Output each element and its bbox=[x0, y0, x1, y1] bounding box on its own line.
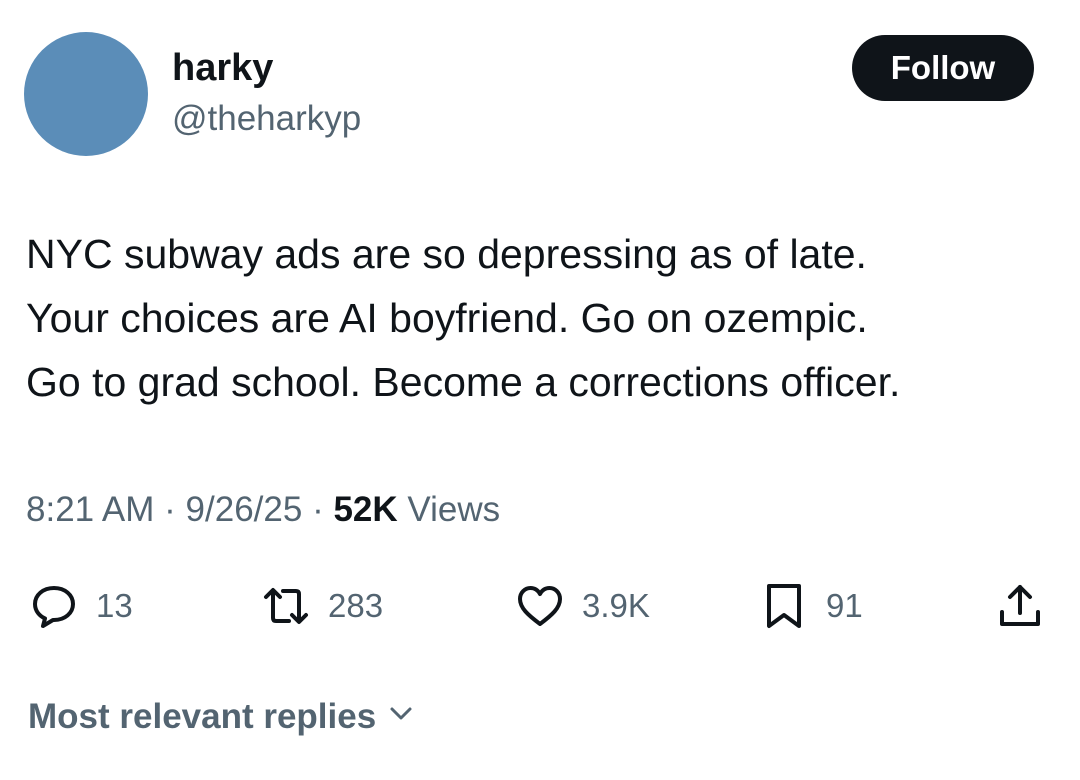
tweet-text-line: Go to grad school. Become a corrections … bbox=[26, 359, 901, 405]
bookmark-icon bbox=[760, 582, 808, 630]
reply-count: 13 bbox=[96, 587, 133, 624]
meta-separator: · bbox=[164, 490, 176, 529]
avatar[interactable] bbox=[24, 32, 148, 156]
views-label[interactable]: Views bbox=[407, 490, 500, 529]
reply-icon bbox=[30, 582, 78, 630]
repost-count: 283 bbox=[328, 587, 384, 624]
share-icon bbox=[996, 582, 1044, 630]
repost-button[interactable]: 283 bbox=[262, 578, 383, 634]
tweet-text-line: NYC subway ads are so depressing as of l… bbox=[26, 231, 867, 277]
bookmark-count: 91 bbox=[826, 587, 863, 624]
replies-sort-label: Most relevant replies bbox=[28, 697, 377, 736]
tweet-meta: 8:21 AM · 9/26/25 · 52K Views bbox=[26, 487, 500, 533]
heart-icon bbox=[516, 582, 564, 630]
views-count[interactable]: 52K bbox=[333, 490, 397, 529]
chevron-down-icon bbox=[376, 694, 416, 740]
share-button[interactable] bbox=[996, 578, 1044, 634]
bookmark-button[interactable]: 91 bbox=[760, 578, 863, 634]
follow-button[interactable]: Follow bbox=[852, 35, 1034, 101]
like-button[interactable]: 3.9K bbox=[516, 578, 650, 634]
display-name[interactable]: harky bbox=[172, 44, 273, 92]
reply-button[interactable]: 13 bbox=[30, 578, 133, 634]
repost-icon bbox=[262, 582, 310, 630]
meta-separator: · bbox=[312, 490, 324, 529]
tweet-text: NYC subway ads are so depressing as of l… bbox=[26, 222, 1066, 414]
like-count: 3.9K bbox=[582, 587, 650, 624]
replies-sort-dropdown[interactable]: Most relevant replies bbox=[28, 694, 416, 740]
tweet-text-line: Your choices are AI boyfriend. Go on oze… bbox=[26, 295, 868, 341]
tweet-date[interactable]: 9/26/25 bbox=[186, 490, 303, 529]
user-handle[interactable]: @theharkyp bbox=[172, 97, 361, 141]
tweet-time[interactable]: 8:21 AM bbox=[26, 490, 154, 529]
action-bar: 13 283 3.9K 91 bbox=[0, 578, 1080, 634]
